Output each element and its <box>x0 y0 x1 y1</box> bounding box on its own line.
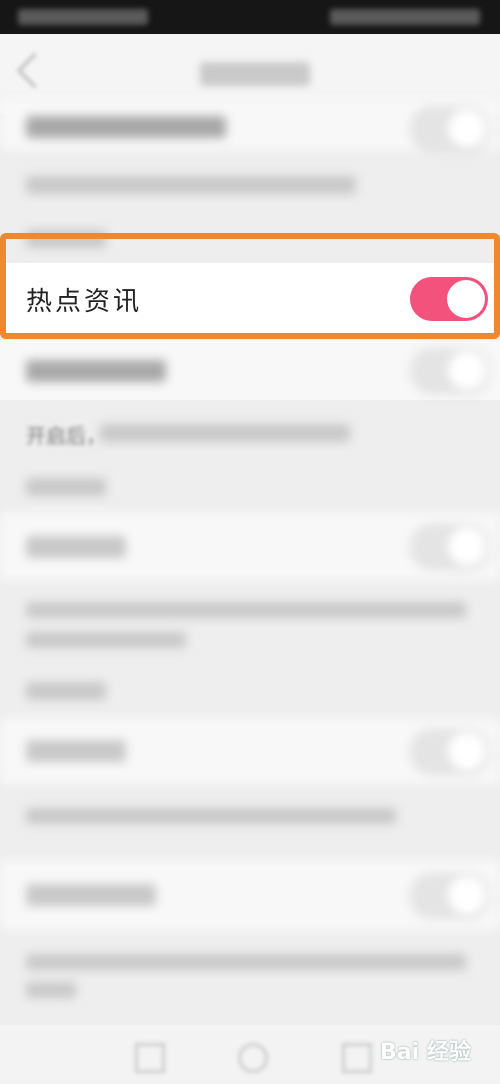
section-header-blurred-2 <box>26 478 106 496</box>
description-blurred-5a <box>26 954 466 970</box>
status-left-blur <box>18 9 148 25</box>
description-blurred-4 <box>26 808 396 824</box>
settings-row-blurred-1[interactable] <box>0 100 500 152</box>
nav-recents-icon[interactable] <box>342 1043 372 1073</box>
settings-row-blurred-2[interactable] <box>0 340 500 400</box>
page-title-blurred <box>200 62 310 86</box>
description-blurred-3a <box>26 602 466 618</box>
description-blurred-5b <box>26 982 76 998</box>
status-right-blur <box>330 9 480 25</box>
watermark: Bai 经验 <box>380 1040 471 1065</box>
settings-row-blurred-3[interactable] <box>0 512 500 580</box>
description-blurred-3b <box>26 632 186 648</box>
description-blurred-2 <box>100 424 350 442</box>
settings-row-blurred-5[interactable] <box>0 860 500 930</box>
highlight-box <box>0 233 500 339</box>
nav-home-icon[interactable] <box>238 1043 268 1073</box>
settings-row-blurred-4[interactable] <box>0 718 500 784</box>
description-blurred-1 <box>26 176 356 194</box>
nav-back-icon[interactable] <box>135 1043 165 1073</box>
section-header-blurred-3 <box>26 682 106 700</box>
description-fragment: 开启后， <box>26 424 106 448</box>
status-bar <box>0 0 500 34</box>
